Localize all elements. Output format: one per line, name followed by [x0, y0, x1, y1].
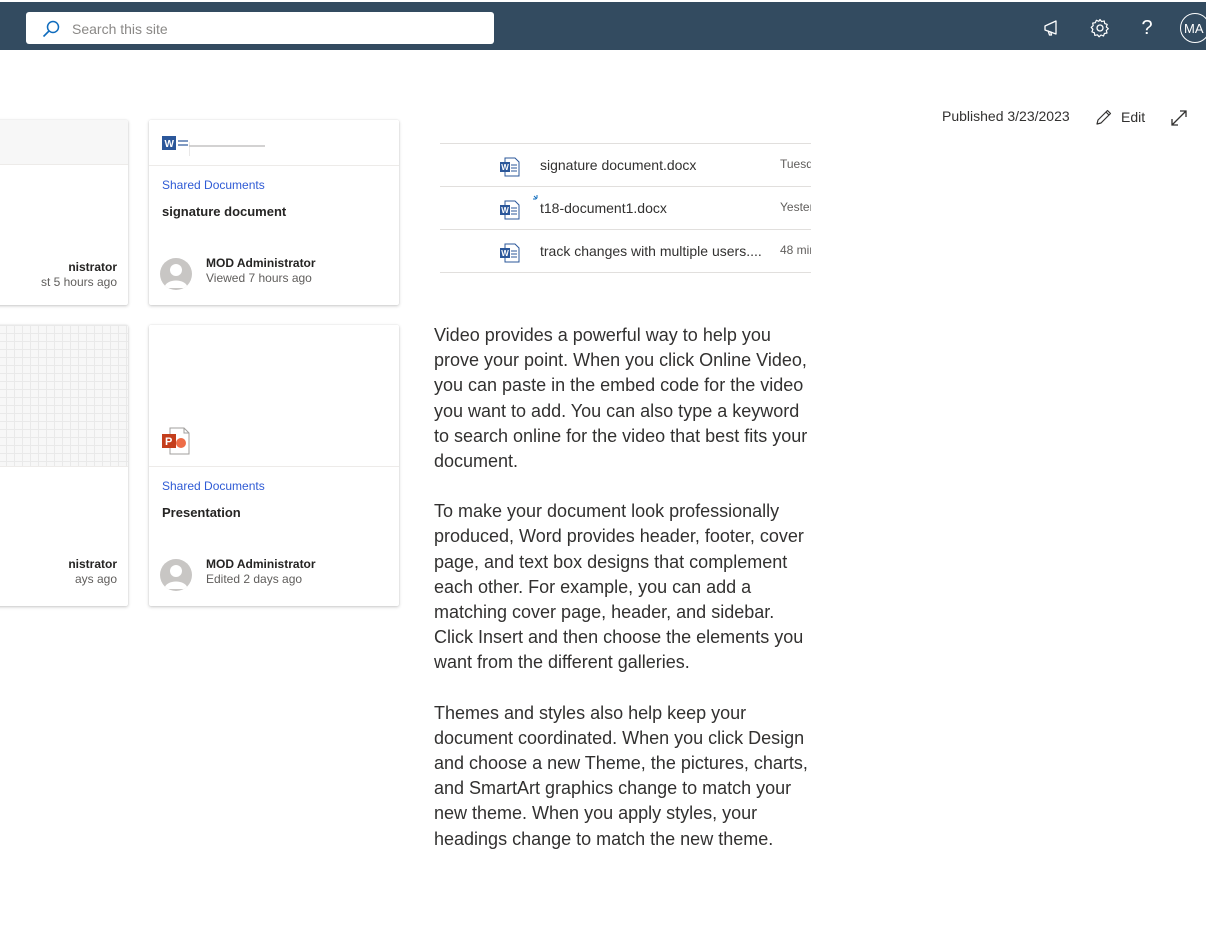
search-box[interactable] [26, 12, 494, 44]
suite-header: ? MA [0, 0, 1206, 50]
edit-label: Edit [1121, 109, 1146, 125]
card-activity: Edited 2 days ago [206, 572, 303, 586]
word-file-icon: W [500, 157, 520, 177]
card-activity: st 5 hours ago [40, 275, 117, 289]
search-icon [42, 20, 60, 38]
word-file-icon: W [500, 243, 520, 263]
file-name[interactable]: track changes with multiple users.... [540, 243, 762, 259]
megaphone-icon[interactable] [1040, 16, 1064, 40]
file-modified-date: Yester [780, 200, 811, 214]
card-thumbnail: W [149, 120, 399, 166]
user-avatar[interactable]: MA [1180, 13, 1206, 43]
card-title[interactable]: signature document [162, 204, 286, 219]
file-name[interactable]: signature document.docx [540, 157, 696, 173]
card-thumbnail: P [149, 325, 399, 467]
svg-text:W: W [501, 163, 509, 172]
article-text: Video provides a powerful way to help yo… [434, 323, 814, 877]
document-card[interactable]: P Shared Documents Presentation MOD Admi… [149, 325, 399, 606]
word-file-icon: W [500, 200, 520, 220]
search-input[interactable] [70, 17, 474, 41]
file-row[interactable]: W t18-document1.docx Yester [440, 187, 811, 230]
svg-text:W: W [501, 249, 509, 258]
file-name[interactable]: t18-document1.docx [540, 200, 667, 216]
svg-text:W: W [165, 139, 175, 150]
card-thumbnail [0, 325, 128, 467]
document-card[interactable]: nistrator st 5 hours ago [0, 120, 128, 305]
card-library-link[interactable]: Shared Documents [162, 479, 265, 493]
card-person-name: MOD Administrator [206, 256, 316, 270]
card-activity: Viewed 7 hours ago [206, 271, 312, 285]
card-activity: ays ago [74, 572, 117, 586]
card-library-link[interactable]: Shared Documents [162, 178, 265, 192]
card-person-name: nistrator [68, 260, 117, 274]
file-modified-date: 48 mir [780, 243, 811, 257]
card-person-name: MOD Administrator [206, 557, 316, 571]
document-card[interactable]: nistrator ays ago [0, 325, 128, 606]
recent-files-list: W signature document.docx Tuesd W t18-do… [440, 143, 811, 273]
card-person-name: nistrator [68, 557, 117, 571]
document-card[interactable]: W Shared Documents signature document MO… [149, 120, 399, 305]
svg-text:P: P [165, 436, 172, 448]
file-modified-date: Tuesd [780, 157, 811, 171]
pencil-icon [1096, 109, 1112, 125]
card-title[interactable]: Presentation [162, 505, 241, 520]
published-date: Published 3/23/2023 [942, 108, 1070, 124]
file-row[interactable]: W signature document.docx Tuesd [440, 143, 811, 187]
powerpoint-icon: P [162, 427, 190, 455]
person-avatar-icon [160, 559, 192, 591]
svg-text:W: W [501, 206, 509, 215]
article-paragraph: Video provides a powerful way to help yo… [434, 325, 808, 472]
word-doc-icon: W [162, 136, 188, 150]
article-paragraph: To make your document look professionall… [434, 501, 804, 673]
expand-icon[interactable] [1170, 109, 1188, 132]
file-row[interactable]: W track changes with multiple users.... … [440, 230, 811, 273]
person-avatar-icon [160, 258, 192, 290]
article-paragraph: Themes and styles also help keep your do… [434, 702, 808, 849]
edit-button[interactable]: Edit [1095, 108, 1145, 126]
help-icon[interactable]: ? [1135, 16, 1159, 40]
settings-gear-icon[interactable] [1088, 16, 1112, 40]
document-preview-lines [189, 142, 265, 156]
card-thumbnail [0, 120, 128, 165]
